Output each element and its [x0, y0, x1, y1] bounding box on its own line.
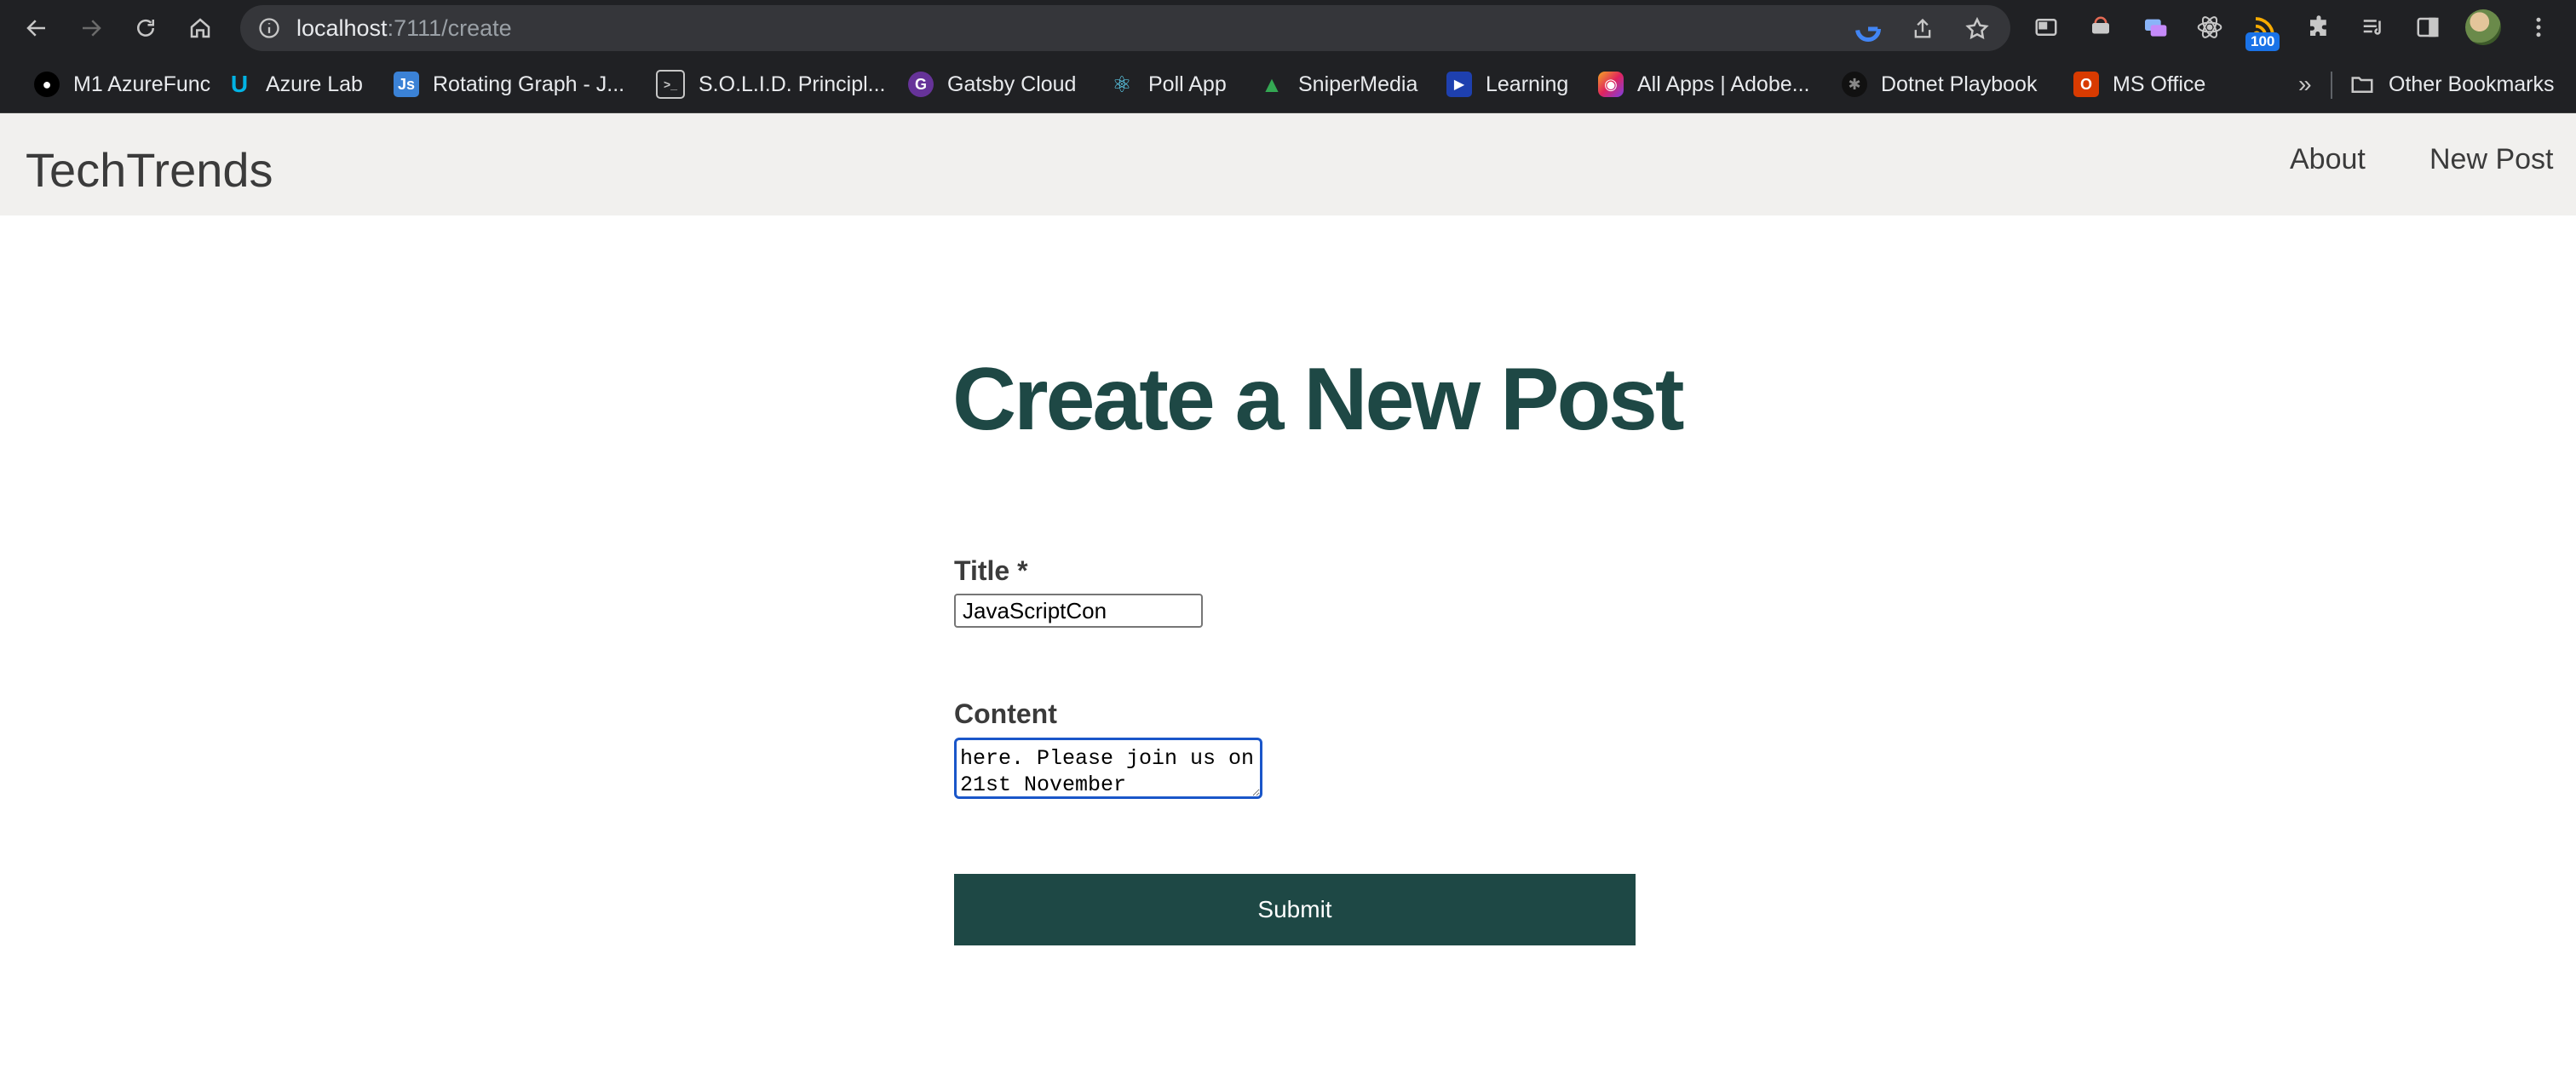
terminal-icon: >_: [656, 70, 685, 99]
google-icon[interactable]: [1855, 16, 1881, 42]
bookmark-label: Azure Lab: [266, 72, 363, 96]
bookmark-label: All Apps | Adobe...: [1637, 72, 1810, 96]
arrow-left-icon: [26, 20, 45, 37]
bookmark-label: Rotating Graph - J...: [433, 72, 625, 96]
bookmark-label: SniperMedia: [1298, 72, 1418, 96]
title-input[interactable]: [954, 594, 1203, 628]
bookmark-item[interactable]: G Gatsby Cloud: [908, 56, 1076, 112]
adobe-icon: ◉: [1598, 72, 1624, 97]
other-bookmarks[interactable]: Other Bookmarks: [2349, 56, 2555, 112]
gatsby-icon: G: [908, 72, 934, 97]
content-textarea[interactable]: here. Please join us on 21st November: [954, 738, 1262, 799]
reading-list-icon[interactable]: [2358, 12, 2389, 43]
bookmarks-bar: ● M1 AzureFunc U Azure Lab Js Rotating G…: [0, 56, 2576, 113]
extension-window-icon[interactable]: [2140, 12, 2171, 43]
nav-new-post-link[interactable]: New Post: [2429, 113, 2554, 205]
extension-printer-icon[interactable]: [2085, 12, 2116, 43]
react-icon: ⚛: [1112, 71, 1132, 97]
video-icon: ▶: [1446, 72, 1472, 97]
bookmark-item[interactable]: ▶ Learning: [1446, 56, 1568, 112]
udacity-icon: U: [230, 71, 249, 97]
bookmark-item[interactable]: >_ S.O.L.I.D. Principl...: [656, 56, 886, 112]
address-url[interactable]: localhost:7111/create: [296, 5, 512, 51]
nav-about-link[interactable]: About: [2290, 113, 2366, 205]
bookmark-item[interactable]: ▲ SniperMedia: [1259, 56, 1417, 112]
bookmark-item[interactable]: ✱ Dotnet Playbook: [1842, 56, 2037, 112]
url-path: :7111/create: [387, 15, 512, 41]
profile-avatar[interactable]: [2465, 9, 2501, 45]
reload-button[interactable]: [124, 7, 167, 49]
office-icon: O: [2073, 72, 2099, 97]
app-navbar: TechTrends About New Post: [0, 113, 2576, 215]
bookmarks-divider: [2331, 72, 2332, 99]
home-button[interactable]: [179, 7, 221, 49]
bookmark-label: S.O.L.I.D. Principl...: [699, 72, 886, 96]
bookmark-label: Poll App: [1148, 72, 1227, 96]
other-bookmarks-label: Other Bookmarks: [2389, 72, 2555, 96]
arrow-right-icon: [83, 20, 101, 37]
folder-icon: [2349, 72, 2375, 97]
side-panel-icon[interactable]: [2412, 12, 2443, 43]
bookmark-label: Learning: [1486, 72, 1569, 96]
info-icon: [259, 18, 279, 38]
dotnet-icon: ✱: [1842, 72, 1867, 97]
bookmarks-overflow[interactable]: »: [2298, 56, 2312, 112]
submit-button[interactable]: Submit: [954, 874, 1636, 945]
tab-search-icon[interactable]: [2031, 12, 2061, 43]
bookmark-item[interactable]: ⚛ Poll App: [1109, 56, 1227, 112]
star-icon[interactable]: [1964, 16, 1990, 42]
address-bar[interactable]: localhost:7111/create: [240, 5, 2010, 51]
title-label: Title *: [954, 555, 1028, 586]
rss-badge: 100: [2245, 32, 2280, 51]
forward-button[interactable]: [70, 7, 112, 49]
back-button[interactable]: [15, 7, 58, 49]
bookmark-label: M1 AzureFunc: [73, 72, 211, 96]
bookmark-item[interactable]: U Azure Lab: [227, 56, 363, 112]
bookmark-label: MS Office: [2113, 72, 2206, 96]
reload-icon: [137, 19, 154, 37]
drive-icon: ▲: [1261, 71, 1283, 97]
bookmark-item[interactable]: ● M1 AzureFunc: [34, 56, 210, 112]
bookmark-label: Dotnet Playbook: [1881, 72, 2038, 96]
menu-kebab-icon[interactable]: [2523, 12, 2554, 43]
content-label: Content: [954, 698, 1057, 729]
bookmark-item[interactable]: Js Rotating Graph - J...: [394, 56, 624, 112]
url-host: localhost: [296, 15, 388, 41]
browser-toolbar: localhost:7111/create 100: [0, 0, 2576, 56]
github-icon: ●: [34, 72, 60, 97]
bookmark-item[interactable]: O MS Office: [2073, 56, 2205, 112]
js-icon: Js: [394, 72, 419, 97]
brand-link[interactable]: TechTrends: [26, 113, 273, 227]
bookmark-item[interactable]: ◉ All Apps | Adobe...: [1598, 56, 1809, 112]
share-icon[interactable]: [1910, 16, 1935, 42]
page-title: Create a New Post: [952, 350, 1684, 449]
bookmark-label: Gatsby Cloud: [947, 72, 1077, 96]
home-icon: [190, 18, 210, 38]
react-devtools-icon[interactable]: [2194, 12, 2225, 43]
extensions-puzzle-icon[interactable]: [2303, 12, 2334, 43]
